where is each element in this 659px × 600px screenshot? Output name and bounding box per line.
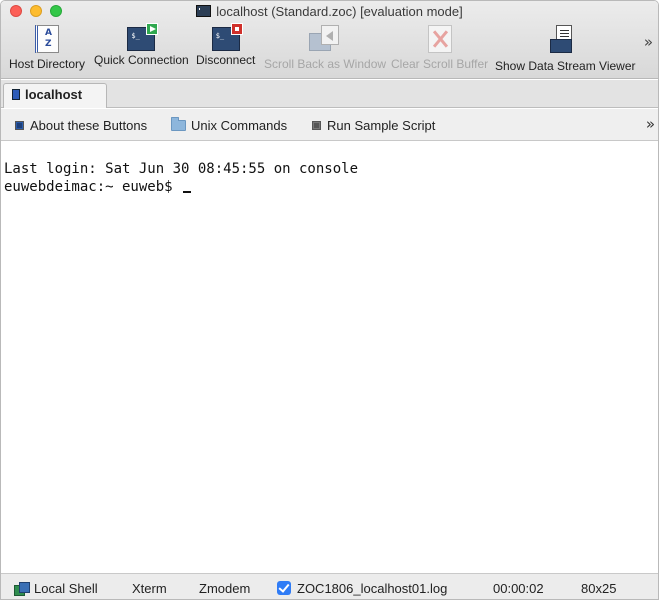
logfile-label: ZOC1806_localhost01.log: [297, 581, 448, 596]
square-button-icon: [312, 121, 321, 130]
disconnect-label: Disconnect: [196, 53, 256, 67]
terminal-size-status: 80x25: [581, 581, 617, 596]
square-button-icon: [15, 121, 24, 130]
unix-commands-label: Unix Commands: [191, 118, 288, 133]
data-stream-viewer-button[interactable]: Show Data Stream Viewer: [495, 25, 636, 73]
tab-localhost[interactable]: localhost: [3, 83, 107, 108]
terminal-prompt-line: euwebdeimac:~ euweb$: [4, 178, 658, 196]
scroll-back-icon: [309, 25, 341, 53]
button-bar: About these Buttons Unix Commands Run Sa…: [1, 109, 658, 141]
clear-buffer-icon: [427, 25, 452, 53]
host-directory-label: Host Directory: [9, 57, 86, 71]
terminal-area[interactable]: Last login: Sat Jun 30 08:45:55 on conso…: [1, 142, 658, 572]
quick-connection-button[interactable]: Quick Connection: [94, 23, 189, 67]
toolbar-overflow-chevron-icon[interactable]: »: [644, 33, 653, 51]
buttonbar-overflow-chevron-icon[interactable]: »: [646, 115, 655, 133]
terminal-prompt: euwebdeimac:~ euweb$: [4, 179, 182, 195]
scroll-back-label: Scroll Back as Window: [264, 57, 387, 71]
emulation-status[interactable]: Xterm: [132, 581, 167, 596]
terminal-connect-icon: [127, 23, 159, 51]
clear-scroll-buffer-button[interactable]: Clear Scroll Buffer: [391, 25, 488, 71]
terminal-line: Last login: Sat Jun 30 08:45:55 on conso…: [4, 161, 359, 177]
unix-commands-button[interactable]: Unix Commands: [171, 117, 288, 133]
quick-connection-label: Quick Connection: [94, 53, 189, 67]
window-title-text: localhost (Standard.zoc) [evaluation mod…: [216, 4, 463, 19]
clear-scroll-buffer-label: Clear Scroll Buffer: [391, 57, 489, 71]
about-buttons-button[interactable]: About these Buttons: [15, 118, 147, 133]
terminal-cursor: [183, 179, 192, 193]
run-sample-script-label: Run Sample Script: [327, 118, 436, 133]
window-title: localhost (Standard.zoc) [evaluation mod…: [1, 4, 658, 19]
elapsed-time-status: 00:00:02: [493, 581, 544, 596]
data-stream-viewer-label: Show Data Stream Viewer: [495, 59, 636, 73]
stop-icon: [230, 23, 243, 35]
data-stream-icon: [550, 25, 580, 55]
tab-label: localhost: [25, 87, 83, 102]
about-buttons-label: About these Buttons: [30, 118, 148, 133]
session-icon: [12, 89, 20, 100]
logging-checkbox[interactable]: [277, 581, 291, 595]
folder-icon: [171, 117, 186, 131]
connection-type-label: Local Shell: [34, 581, 98, 596]
play-icon: [146, 23, 159, 35]
terminal-disconnect-icon: [211, 23, 243, 51]
address-book-icon: AZ: [35, 25, 59, 53]
transfer-protocol-status[interactable]: Zmodem: [199, 581, 250, 596]
tab-bar: localhost: [1, 80, 658, 108]
app-window: localhost (Standard.zoc) [evaluation mod…: [0, 0, 659, 600]
terminal-icon: [196, 5, 212, 17]
status-bar: Local Shell Xterm Zmodem ZOC1806_localho…: [1, 573, 658, 599]
disconnect-button[interactable]: Disconnect: [196, 23, 256, 67]
local-shell-icon: [14, 582, 30, 596]
logging-status[interactable]: ZOC1806_localhost01.log: [277, 581, 447, 596]
run-sample-script-button[interactable]: Run Sample Script: [312, 118, 435, 133]
host-directory-button[interactable]: AZ Host Directory: [9, 25, 85, 71]
scroll-back-button[interactable]: Scroll Back as Window: [264, 25, 386, 71]
connection-type-status[interactable]: Local Shell: [14, 581, 98, 596]
titlebar-toolbar: localhost (Standard.zoc) [evaluation mod…: [1, 1, 658, 79]
